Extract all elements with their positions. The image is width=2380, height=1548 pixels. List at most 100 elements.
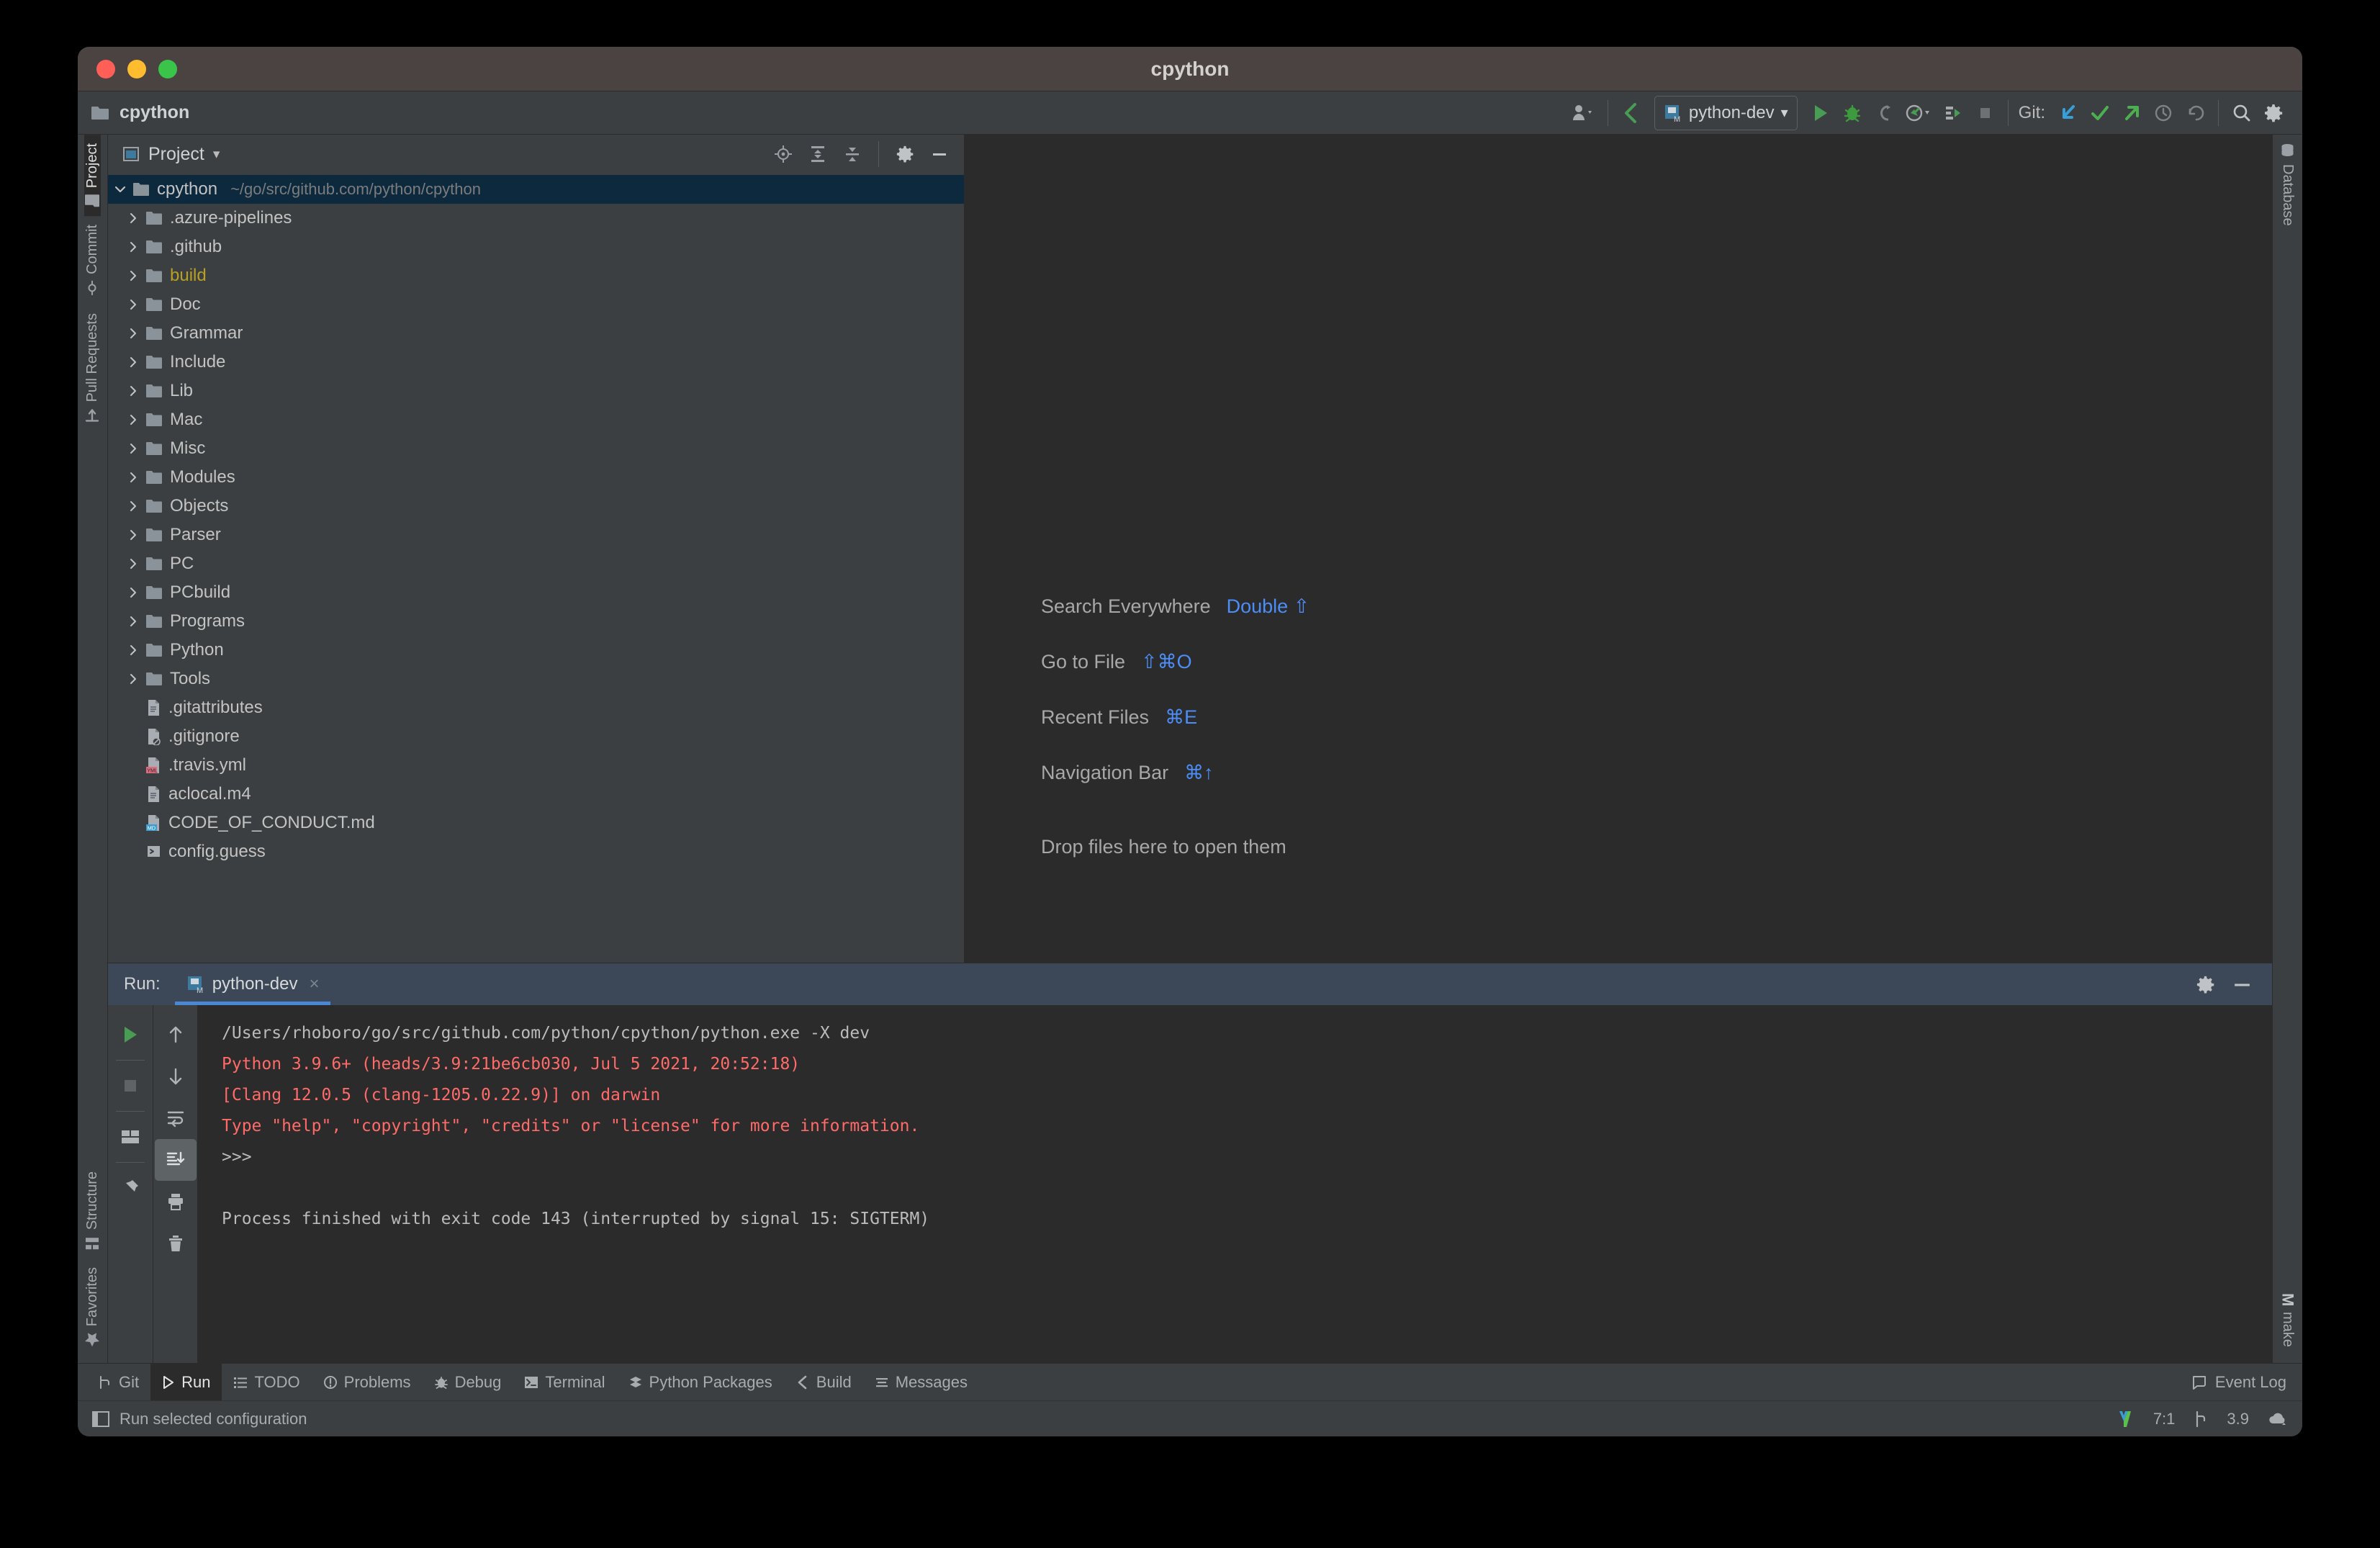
tree-row-lib[interactable]: Lib <box>108 377 964 405</box>
chevron-down-icon[interactable] <box>108 183 132 196</box>
stop-button[interactable] <box>109 1065 151 1107</box>
bottom-tab-problems[interactable]: Problems <box>312 1364 423 1401</box>
bottom-tab-build[interactable]: Build <box>784 1364 863 1401</box>
gear-icon[interactable] <box>889 137 921 171</box>
expand-all-icon[interactable] <box>802 137 834 171</box>
collapse-all-icon[interactable] <box>837 137 868 171</box>
sidebar-item-favorites[interactable]: Favorites <box>84 1259 101 1356</box>
tree-row-mac[interactable]: Mac <box>108 405 964 434</box>
debug-button[interactable] <box>1836 96 1868 130</box>
cloud-icon[interactable] <box>2268 1411 2288 1427</box>
tree-row-azure-pipelines[interactable]: .azure-pipelines <box>108 204 964 233</box>
check-icon[interactable] <box>2084 96 2116 130</box>
bottom-tab-messages[interactable]: Messages <box>863 1364 979 1401</box>
stop-button[interactable] <box>1969 96 2001 130</box>
bottom-tab-todo[interactable]: TODO <box>222 1364 311 1401</box>
gear-icon[interactable] <box>2258 96 2289 130</box>
gear-icon[interactable] <box>2196 975 2215 994</box>
coverage-icon[interactable] <box>1868 96 1900 130</box>
tree-row-parser[interactable]: Parser <box>108 521 964 549</box>
tree-row-travis-yml[interactable]: YML .travis.yml <box>108 751 964 780</box>
profile-icon[interactable] <box>1900 96 1937 130</box>
pin-icon[interactable] <box>109 1167 151 1209</box>
chevron-right-icon[interactable] <box>121 270 145 282</box>
chevron-right-icon[interactable] <box>121 328 145 339</box>
run-button[interactable] <box>1805 96 1836 130</box>
arrow-up-icon[interactable] <box>155 1014 197 1056</box>
bottom-tab-debug[interactable]: Debug <box>423 1364 513 1401</box>
chevron-left-icon[interactable] <box>1615 96 1647 130</box>
rerun-button[interactable] <box>109 1014 151 1056</box>
scroll-from-source-icon[interactable] <box>767 137 799 171</box>
sidebar-item-project[interactable]: Project <box>84 135 101 217</box>
bottom-tab-terminal[interactable]: Terminal <box>513 1364 616 1401</box>
chevron-right-icon[interactable] <box>121 299 145 310</box>
chevron-right-icon[interactable] <box>121 212 145 224</box>
arrow-down-left-icon[interactable] <box>2052 96 2084 130</box>
tree-row-objects[interactable]: Objects <box>108 492 964 521</box>
tree-row-doc[interactable]: Doc <box>108 290 964 319</box>
arrow-up-right-icon[interactable] <box>2116 96 2147 130</box>
tree-row-tools[interactable]: Tools <box>108 665 964 693</box>
printer-icon[interactable] <box>155 1181 197 1223</box>
sidebar-item-commit[interactable]: Commit <box>84 216 101 305</box>
bottom-tab-git[interactable]: Git <box>86 1364 150 1401</box>
tree-row-aclocal-m4[interactable]: aclocal.m4 <box>108 780 964 809</box>
event-log-label[interactable]: Event Log <box>2215 1373 2286 1392</box>
tree-row-pc[interactable]: PC <box>108 549 964 578</box>
minimize-window-button[interactable] <box>127 59 146 78</box>
chevron-right-icon[interactable] <box>121 500 145 512</box>
chevron-right-icon[interactable] <box>121 443 145 454</box>
toggle-toolwindows-icon[interactable] <box>92 1410 109 1427</box>
project-tree[interactable]: cpython ~/go/src/github.com/python/cpyth… <box>108 174 964 963</box>
chevron-right-icon[interactable] <box>121 673 145 685</box>
sidebar-item-database[interactable]: Database <box>2279 135 2296 235</box>
soft-wrap-icon[interactable] <box>155 1097 197 1139</box>
chevron-right-icon[interactable] <box>121 472 145 483</box>
tree-row-programs[interactable]: Programs <box>108 607 964 636</box>
tree-row-pcbuild[interactable]: PCbuild <box>108 578 964 607</box>
git-branch-label[interactable]: 3.9 <box>2227 1410 2249 1428</box>
bottom-tab-python-packages[interactable]: Python Packages <box>617 1364 784 1401</box>
run-tab-python-dev[interactable]: M python-dev × <box>174 963 331 1005</box>
chevron-right-icon[interactable] <box>121 385 145 397</box>
tree-row-misc[interactable]: Misc <box>108 434 964 463</box>
arrow-down-icon[interactable] <box>155 1056 197 1097</box>
hide-icon[interactable] <box>924 137 955 171</box>
person-icon[interactable] <box>1566 96 1600 130</box>
undo-icon[interactable] <box>2179 96 2211 130</box>
chevron-right-icon[interactable] <box>121 587 145 598</box>
sidebar-item-make[interactable]: M make <box>2278 1284 2297 1356</box>
zoom-window-button[interactable] <box>158 59 177 78</box>
tree-row-code-of-conduct-md[interactable]: MD CODE_OF_CONDUCT.md <box>108 809 964 837</box>
clock-icon[interactable] <box>2147 96 2179 130</box>
tree-row-grammar[interactable]: Grammar <box>108 319 964 348</box>
tree-row-gitattributes[interactable]: .gitattributes <box>108 693 964 722</box>
run-console-output[interactable]: /Users/rhoboro/go/src/github.com/python/… <box>197 1005 2272 1363</box>
attach-icon[interactable] <box>1937 96 1969 130</box>
tree-row-config-guess[interactable]: config.guess <box>108 837 964 866</box>
chevron-down-icon[interactable]: ▾ <box>213 146 220 163</box>
search-icon[interactable] <box>2226 96 2258 130</box>
chevron-right-icon[interactable] <box>121 356 145 368</box>
tree-row-gitignore[interactable]: .gitignore <box>108 722 964 751</box>
tree-row-modules[interactable]: Modules <box>108 463 964 492</box>
tree-row-build[interactable]: build <box>108 261 964 290</box>
chevron-right-icon[interactable] <box>121 529 145 541</box>
tree-row-cpython[interactable]: cpython ~/go/src/github.com/python/cpyth… <box>108 175 964 204</box>
chevron-right-icon[interactable] <box>121 558 145 570</box>
run-configuration-selector[interactable]: M python-dev ▾ <box>1654 95 1798 130</box>
bottom-tab-run[interactable]: Run <box>150 1363 222 1401</box>
close-window-button[interactable] <box>96 59 115 78</box>
chevron-right-icon[interactable] <box>121 414 145 426</box>
hide-icon[interactable] <box>2232 975 2252 994</box>
layout-icon[interactable] <box>109 1116 151 1158</box>
sidebar-item-pull-requests[interactable]: Pull Requests <box>84 305 101 432</box>
caret-position[interactable]: 7:1 <box>2153 1410 2176 1428</box>
tree-row-include[interactable]: Include <box>108 348 964 377</box>
trash-icon[interactable] <box>155 1223 197 1264</box>
tree-row-python[interactable]: Python <box>108 636 964 665</box>
scroll-to-end-icon[interactable] <box>154 1139 197 1181</box>
chevron-right-icon[interactable] <box>121 644 145 656</box>
chevron-right-icon[interactable] <box>121 616 145 627</box>
